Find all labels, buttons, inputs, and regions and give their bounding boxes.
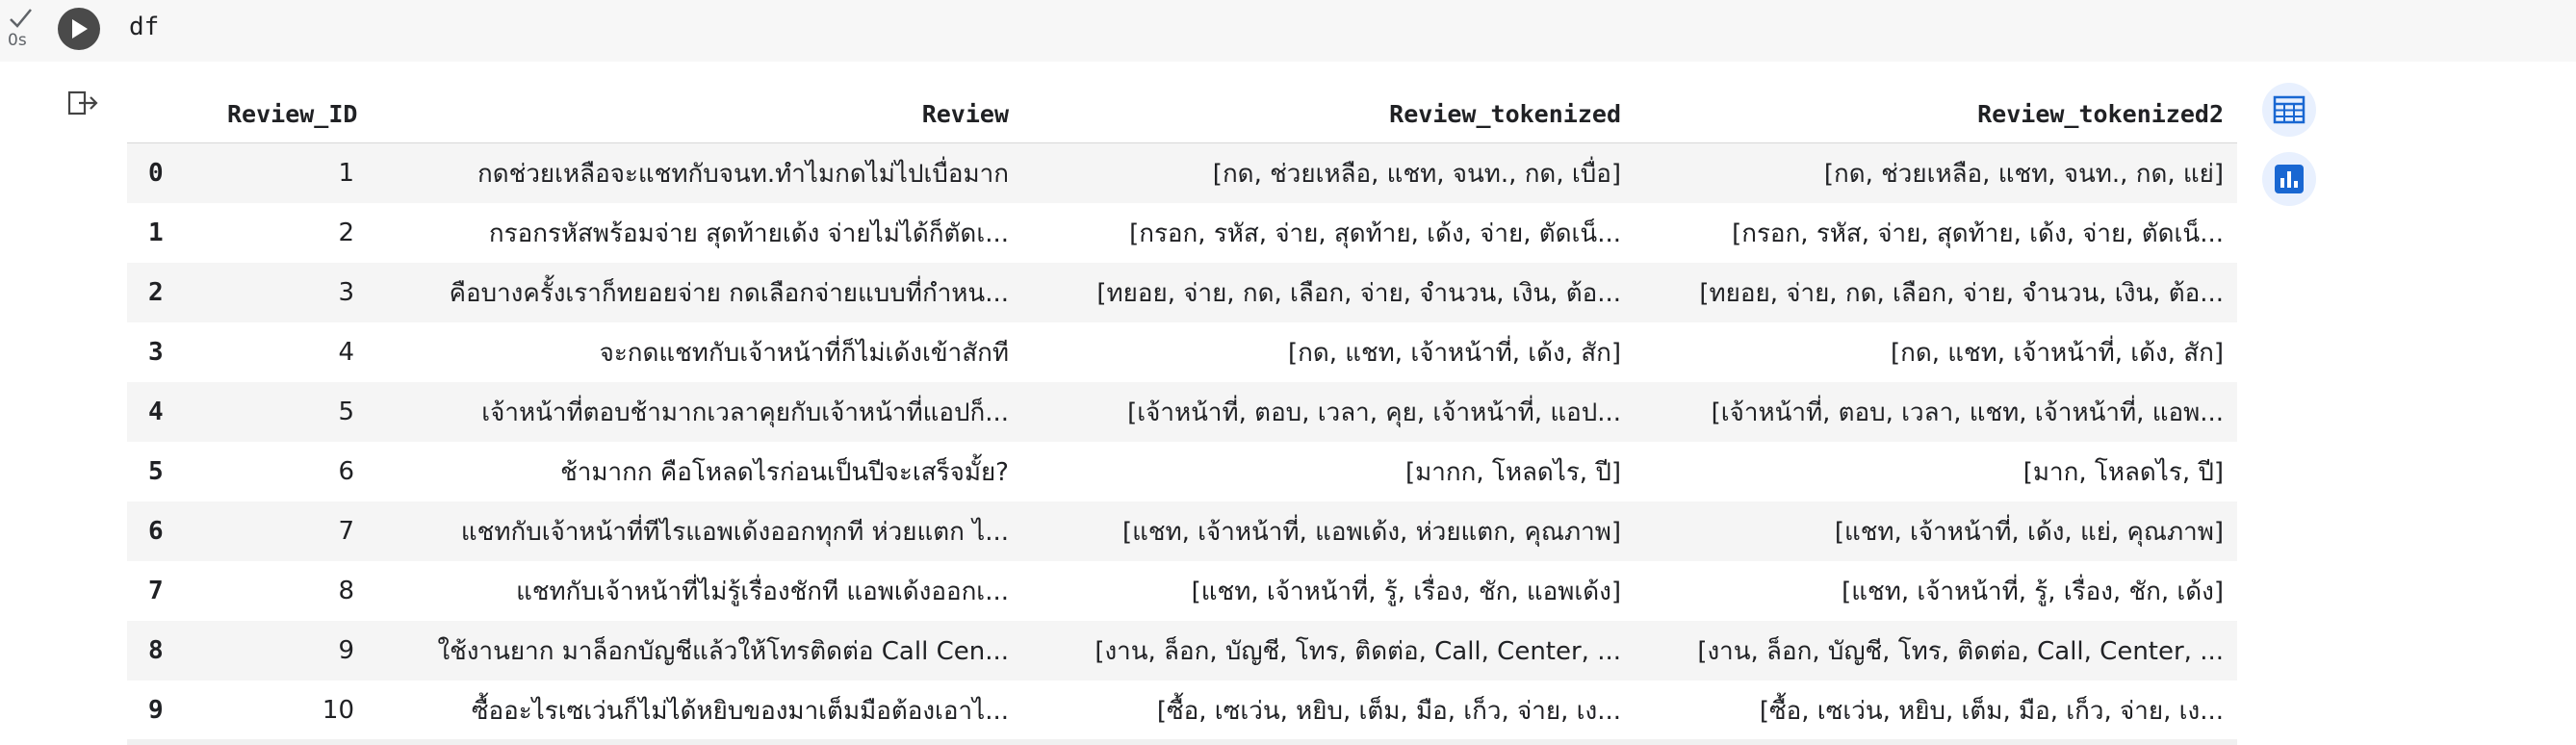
cell-review-id: 4 [338, 338, 354, 367]
column-header-index [127, 85, 214, 143]
column-header-review: Review [368, 85, 1022, 143]
table-row: 8 9 ใช้งานยาก มาล็อกบัญชีแล้วให้โทรติดต่… [127, 621, 2237, 681]
dataframe-table: Review_ID Review Review_tokenized Review… [127, 85, 2237, 740]
table-row: 3 4 จะกดแชทกับเจ้าหน้าที่ก็ไม่เด้งเข้าสั… [127, 322, 2237, 382]
cell-review-tokenized2: [แชท, เจ้าหน้าที่, เด้ง, แย่, คุณภาพ] [1635, 501, 2237, 561]
cell-review-tokenized: [เจ้าหน้าที่, ตอบ, เวลา, คุย, เจ้าหน้าที… [1022, 382, 1635, 442]
row-index: 5 [148, 457, 164, 486]
dataframe-output: Review_ID Review Review_tokenized Review… [127, 85, 2237, 740]
table-row: 0 1 กดช่วยเหลือจะแชทกับจนท.ทำไมกดไม่ไปเบ… [127, 142, 2237, 203]
output-exit-icon[interactable] [65, 87, 100, 121]
cell-review-id: 10 [322, 696, 354, 725]
row-index: 0 [127, 142, 214, 203]
cell-review-id: 6 [338, 457, 354, 486]
cell-review: กรอกรหัสพร้อมจ่าย สุดท้ายเด้ง จ่ายไม่ได้… [488, 218, 1009, 248]
cell-review: กดช่วยเหลือจะแชทกับจนท.ทำไมกดไม่ไปเบื่อม… [368, 142, 1022, 203]
table-row: 4 5 เจ้าหน้าที่ตอบช้ามากเวลาคุยกับเจ้าหน… [127, 382, 2237, 442]
cell-review-tokenized: [ทยอย, จ่าย, กด, เลือก, จ่าย, จำนวน, เงิ… [1022, 263, 1635, 322]
output-scroll-edge [127, 739, 2237, 745]
cell-review-id: 2 [338, 218, 354, 247]
cell-review-id: 8 [338, 577, 354, 605]
cell-review-id: 3 [214, 263, 368, 322]
cell-review-tokenized: [แชท, เจ้าหน้าที่, แอพเด้ง, ห่วยแตก, คุณ… [1022, 501, 1635, 561]
table-icon [2273, 95, 2306, 124]
table-row: 7 8 แชทกับเจ้าหน้าที่ไม่รู้เรื่องชักที แ… [127, 561, 2237, 621]
cell-review-tokenized: [แชท, เจ้าหน้าที่, รู้, เรื่อง, ชัก, แอพ… [1191, 577, 1621, 606]
row-index: 6 [127, 501, 214, 561]
row-index: 9 [148, 696, 164, 725]
run-cell-button[interactable] [58, 8, 100, 50]
cell-review-tokenized2: [กด, ช่วยเหลือ, แชท, จนท., กด, แย่] [1635, 142, 2237, 203]
convert-to-interactive-table-button[interactable] [2262, 83, 2316, 137]
table-header-row: Review_ID Review Review_tokenized Review… [127, 85, 2237, 143]
cell-review-tokenized: [ซื้อ, เซเว่น, หยิบ, เต็ม, มือ, เก็ว, จ่… [1156, 696, 1621, 726]
row-index: 2 [127, 263, 214, 322]
row-index: 1 [148, 218, 164, 247]
cell-gutter: 0s [0, 0, 42, 62]
cell-review-tokenized: [กด, ช่วยเหลือ, แชท, จนท., กด, เบื่อ] [1022, 142, 1635, 203]
cell-review: คือบางครั้งเราก็ทยอยจ่าย กดเลือกจ่ายแบบท… [368, 263, 1022, 322]
row-index: 3 [148, 338, 164, 367]
cell-review-tokenized2: [กรอก, รหัส, จ่าย, สุดท้าย, เด้ง, จ่าย, … [1732, 218, 2224, 248]
play-icon [72, 19, 88, 39]
table-row: 1 2 กรอกรหัสพร้อมจ่าย สุดท้ายเด้ง จ่ายไม… [127, 203, 2237, 263]
cell-review-tokenized2: [ทยอย, จ่าย, กด, เลือก, จ่าย, จำนวน, เงิ… [1635, 263, 2237, 322]
bar-chart-icon [2275, 165, 2304, 193]
table-row: 9 10 ซื้ออะไรเซเว่นก็ไม่ได้หยิบของมาเต็ม… [127, 681, 2237, 740]
row-index: 7 [148, 577, 164, 605]
cell-review-id: 7 [214, 501, 368, 561]
table-row: 5 6 ช้ามากก คือโหลดไรก่อนเป็นปีจะเสร็จมั… [127, 442, 2237, 501]
column-header-review-id: Review_ID [214, 85, 368, 143]
execution-time: 0s [8, 31, 27, 50]
cell-review-id: 5 [214, 382, 368, 442]
column-header-review-tokenized2: Review_tokenized2 [1635, 85, 2237, 143]
cell-review-tokenized2: [มาก, โหลดไร, ปี] [2022, 457, 2224, 487]
suggest-charts-button[interactable] [2262, 152, 2316, 206]
table-row: 6 7 แชทกับเจ้าหน้าที่ทีไรแอพเด้งออกทุกที… [127, 501, 2237, 561]
code-cell[interactable]: df [42, 0, 2576, 62]
cell-review-tokenized: [มากก, โหลดไร, ปี] [1404, 457, 1621, 487]
code-text[interactable]: df [129, 13, 159, 41]
check-icon [10, 9, 32, 28]
column-header-review-tokenized: Review_tokenized [1022, 85, 1635, 143]
cell-review: จะกดแชทกับเจ้าหน้าที่ก็ไม่เด้งเข้าสักที [599, 338, 1009, 368]
cell-review-id: 1 [214, 142, 368, 203]
cell-review-tokenized2: [ซื้อ, เซเว่น, หยิบ, เต็ม, มือ, เก็ว, จ่… [1759, 696, 2224, 726]
cell-review: เจ้าหน้าที่ตอบช้ามากเวลาคุยกับเจ้าหน้าที… [368, 382, 1022, 442]
cell-review-tokenized2: [เจ้าหน้าที่, ตอบ, เวลา, แชท, เจ้าหน้าที… [1635, 382, 2237, 442]
cell-review-tokenized: [กด, แชท, เจ้าหน้าที่, เด้ง, สัก] [1287, 338, 1621, 368]
cell-review: ใช้งานยาก มาล็อกบัญชีแล้วให้โทรติดต่อ Ca… [368, 621, 1022, 681]
row-index: 8 [127, 621, 214, 681]
cell-review: แชทกับเจ้าหน้าที่ไม่รู้เรื่องชักที แอพเด… [516, 577, 1009, 606]
cell-review-tokenized2: [แชท, เจ้าหน้าที่, รู้, เรื่อง, ชัก, เด้… [1842, 577, 2224, 606]
cell-review: แชทกับเจ้าหน้าที่ทีไรแอพเด้งออกทุกที ห่ว… [368, 501, 1022, 561]
row-index: 4 [127, 382, 214, 442]
cell-review-tokenized2: [งาน, ล็อก, บัญชี, โทร, ติดต่อ, Call, Ce… [1635, 621, 2237, 681]
cell-review: ซื้ออะไรเซเว่นก็ไม่ได้หยิบของมาเต็มมือต้… [471, 696, 1009, 726]
cell-review-tokenized2: [กด, แชท, เจ้าหน้าที่, เด้ง, สัก] [1890, 338, 2224, 368]
cell-review-tokenized: [งาน, ล็อก, บัญชี, โทร, ติดต่อ, Call, Ce… [1022, 621, 1635, 681]
cell-review-id: 9 [214, 621, 368, 681]
cell-review: ช้ามากก คือโหลดไรก่อนเป็นปีจะเสร็จมั้ย? [560, 457, 1009, 487]
cell-review-tokenized: [กรอก, รหัส, จ่าย, สุดท้าย, เด้ง, จ่าย, … [1129, 218, 1621, 248]
table-row: 2 3 คือบางครั้งเราก็ทยอยจ่าย กดเลือกจ่าย… [127, 263, 2237, 322]
